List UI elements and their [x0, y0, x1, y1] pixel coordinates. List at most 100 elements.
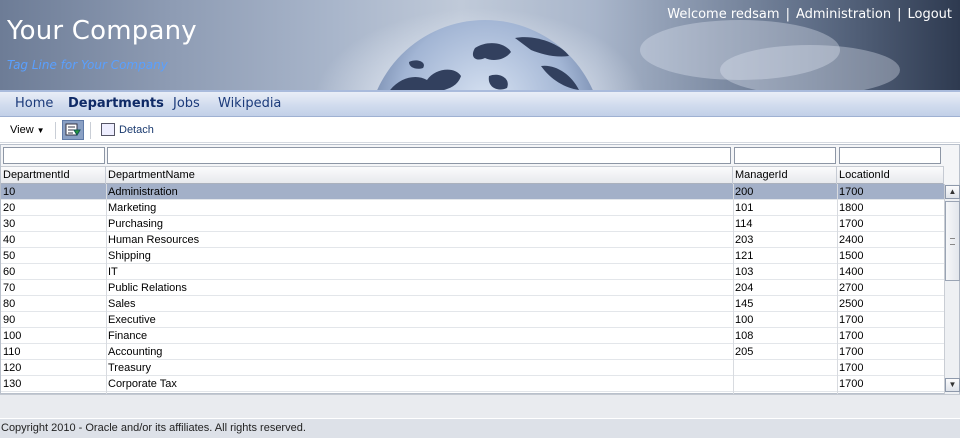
cell-manager-id: 100 — [735, 314, 754, 326]
logout-link[interactable]: Logout — [907, 7, 952, 22]
scrollbar-thumb[interactable] — [945, 201, 960, 281]
detach-label: Detach — [119, 124, 154, 136]
table-row[interactable]: 60 IT 103 1400 — [1, 264, 944, 280]
view-menu-button[interactable]: View ▼ — [10, 124, 45, 136]
filter-department-name[interactable] — [107, 147, 731, 164]
filter-manager-id[interactable] — [734, 147, 836, 164]
tab-departments[interactable]: Departments — [68, 96, 164, 111]
cell-department-name: Public Relations — [108, 282, 187, 294]
filter-department-id[interactable] — [3, 147, 105, 164]
grip-icon — [950, 238, 955, 245]
header-banner: Your Company Tag Line for Your Company W… — [0, 0, 960, 90]
cell-manager-id: 145 — [735, 298, 754, 310]
main-nav: Home Departments Jobs Wikipedia — [0, 90, 960, 117]
column-divider — [106, 184, 107, 394]
cell-location-id: 1700 — [839, 346, 864, 358]
user-links: Welcome redsam | Administration | Logout — [667, 7, 952, 22]
cell-department-id: 50 — [3, 250, 16, 262]
scroll-up-button[interactable]: ▲ — [945, 185, 960, 199]
vertical-scrollbar[interactable]: ▲ ▼ — [944, 184, 960, 394]
cell-manager-id: 204 — [735, 282, 754, 294]
cell-department-id: 100 — [3, 330, 22, 342]
tab-home[interactable]: Home — [15, 96, 53, 111]
table-row[interactable]: 80 Sales 145 2500 — [1, 296, 944, 312]
tab-wikipedia[interactable]: Wikipedia — [218, 96, 281, 111]
footer: Copyright 2010 - Oracle and/or its affil… — [0, 419, 960, 438]
cell-location-id: 2400 — [839, 234, 864, 246]
table-row[interactable]: 40 Human Resources 203 2400 — [1, 232, 944, 248]
column-header-location-id[interactable]: LocationId — [837, 167, 944, 184]
cell-department-id: 40 — [3, 234, 16, 246]
cell-department-id: 70 — [3, 282, 16, 294]
table-row[interactable]: 10 Administration 200 1700 — [1, 184, 944, 200]
cell-department-name: Treasury — [108, 362, 151, 374]
table-toolbar: View ▼ Detach — [0, 118, 960, 143]
cell-department-name: Finance — [108, 330, 148, 342]
table-body: 130 Corporate Tax 1700 120 Treasury 1700 110 Ac… — [1, 184, 944, 394]
table-row[interactable]: 30 Purchasing 114 1700 — [1, 216, 944, 232]
table-row[interactable]: 130 Corporate Tax 1700 — [1, 376, 944, 392]
table-status-bar — [0, 394, 960, 418]
filter-row — [1, 145, 944, 167]
table-row[interactable]: 100 Finance 108 1700 — [1, 328, 944, 344]
cell-department-id: 120 — [3, 362, 22, 374]
table-row[interactable]: 110 Accounting 205 1700 — [1, 344, 944, 360]
scrollbar-corner — [944, 145, 959, 184]
table-row[interactable]: 50 Shipping 121 1500 — [1, 248, 944, 264]
cell-department-name: Administration — [108, 186, 178, 198]
cell-department-name: Executive — [108, 314, 156, 326]
cell-department-id: 80 — [3, 298, 16, 310]
cell-location-id: 1700 — [839, 186, 864, 198]
view-menu-label: View — [10, 124, 34, 136]
cell-manager-id: 200 — [735, 186, 754, 198]
cell-manager-id: 103 — [735, 266, 754, 278]
cell-manager-id: 205 — [735, 346, 754, 358]
table-row[interactable]: 90 Executive 100 1700 — [1, 312, 944, 328]
cell-department-name: Shipping — [108, 250, 151, 262]
detach-icon — [101, 123, 115, 136]
cell-department-name: Marketing — [108, 202, 157, 214]
welcome-text: Welcome redsam — [667, 7, 780, 22]
cell-manager-id: 114 — [735, 218, 753, 230]
link-separator: | — [897, 7, 902, 22]
filter-location-id[interactable] — [839, 147, 941, 164]
column-divider — [733, 184, 734, 394]
banner-cloud — [720, 45, 900, 90]
link-separator: | — [785, 7, 790, 22]
cell-department-name: Human Resources — [108, 234, 200, 246]
cell-department-id: 20 — [3, 202, 16, 214]
cell-location-id: 1700 — [839, 378, 864, 390]
toolbar-divider — [90, 122, 91, 139]
column-header-manager-id[interactable]: ManagerId — [733, 167, 837, 184]
cell-manager-id — [733, 360, 837, 376]
scroll-down-button[interactable]: ▼ — [945, 378, 960, 392]
cell-department-name: Sales — [108, 298, 136, 310]
query-by-example-button[interactable] — [62, 120, 84, 140]
chevron-down-icon: ▼ — [36, 126, 45, 135]
column-header-department-id[interactable]: DepartmentId — [1, 167, 106, 184]
tab-jobs[interactable]: Jobs — [173, 96, 200, 111]
company-tagline: Tag Line for Your Company — [7, 58, 168, 72]
cell-location-id: 1400 — [839, 266, 864, 278]
table-row[interactable]: 20 Marketing 101 1800 — [1, 200, 944, 216]
cell-department-id: 110 — [3, 346, 21, 358]
administration-link[interactable]: Administration — [796, 7, 891, 22]
cell-department-name: IT — [108, 266, 118, 278]
cell-location-id: 2700 — [839, 282, 864, 294]
table-row[interactable]: 70 Public Relations 204 2700 — [1, 280, 944, 296]
cell-location-id: 2500 — [839, 298, 864, 310]
column-header-department-name[interactable]: DepartmentName — [106, 167, 733, 184]
cell-manager-id: 108 — [735, 330, 754, 342]
cell-department-id: 60 — [3, 266, 16, 278]
cell-location-id: 1700 — [839, 218, 864, 230]
cell-location-id: 1700 — [839, 362, 864, 374]
cell-department-name: Purchasing — [108, 218, 164, 230]
departments-table: DepartmentId DepartmentName ManagerId Lo… — [0, 144, 960, 394]
detach-button[interactable]: Detach — [101, 123, 154, 136]
cell-manager-id: 101 — [735, 202, 754, 214]
globe-image — [377, 20, 593, 90]
table-row[interactable]: 120 Treasury 1700 — [1, 360, 944, 376]
cell-department-id: 130 — [3, 378, 22, 390]
cell-department-name: Accounting — [108, 346, 163, 358]
cell-location-id: 1500 — [839, 250, 864, 262]
